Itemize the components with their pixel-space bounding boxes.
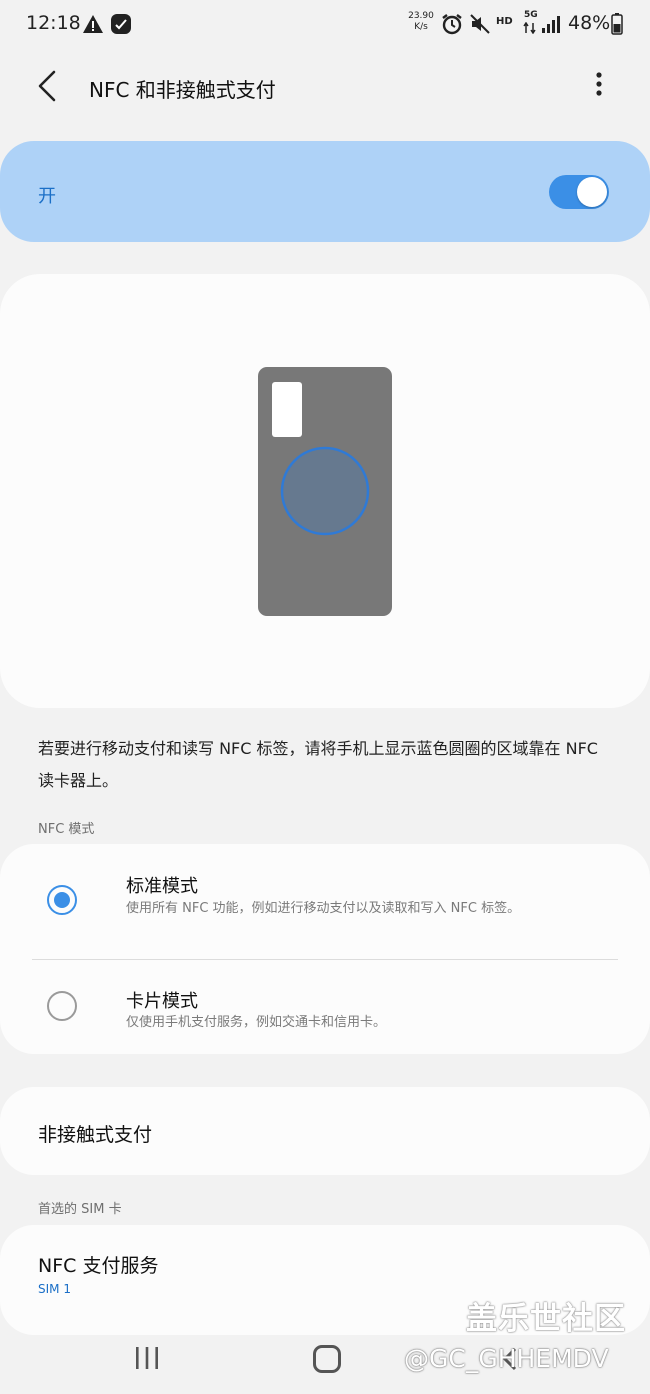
phone-back-illustration xyxy=(258,367,392,616)
alarm-icon xyxy=(442,14,462,35)
battery-percent: 48% xyxy=(568,12,611,34)
recent-apps-button[interactable] xyxy=(132,1343,162,1373)
option-subtitle: 使用所有 NFC 功能，例如进行移动支付以及读取和写入 NFC 标签。 xyxy=(126,901,521,916)
toggle-knob xyxy=(577,177,607,207)
battery-icon xyxy=(611,13,623,35)
net-speed: 23.90 K/s xyxy=(408,11,434,32)
option-title: 卡片模式 xyxy=(126,991,198,1012)
status-bar: 12:18 23.90 K/s HD 5G 48% xyxy=(0,0,650,50)
nfc-payment-service-value: SIM 1 xyxy=(38,1282,71,1296)
master-switch-label: 开 xyxy=(38,186,56,207)
more-options-button[interactable] xyxy=(584,66,614,106)
option-title: 标准模式 xyxy=(126,876,198,897)
network-type: 5G xyxy=(524,10,538,20)
contactless-payment-label: 非接触式支付 xyxy=(38,1124,153,1146)
page-title: NFC 和非接触式支付 xyxy=(89,78,276,102)
nfc-toggle[interactable] xyxy=(549,175,609,209)
warning-icon xyxy=(83,15,103,33)
signal-icon xyxy=(542,16,560,33)
radio-standard-mode[interactable] xyxy=(47,885,77,915)
back-button[interactable] xyxy=(30,66,70,106)
home-button[interactable] xyxy=(313,1345,341,1373)
option-subtitle: 仅使用手机支付服务，例如交通卡和信用卡。 xyxy=(126,1015,387,1030)
nfc-illustration-card xyxy=(0,274,650,708)
nfc-mode-header: NFC 模式 xyxy=(38,822,95,837)
nfc-area-circle xyxy=(280,446,370,536)
more-vertical-icon xyxy=(596,72,602,96)
sim-header: 首选的 SIM 卡 xyxy=(38,1202,122,1217)
camera-module xyxy=(272,382,302,437)
divider xyxy=(32,959,618,960)
radio-card-mode[interactable] xyxy=(47,991,77,1021)
hd-indicator: HD xyxy=(496,16,513,27)
watermark-title: 盖乐世社区 xyxy=(466,1301,626,1337)
watermark-handle: @GC_GHHEMDV xyxy=(404,1344,609,1373)
data-arrows-icon xyxy=(523,22,536,34)
mute-icon xyxy=(470,14,490,34)
nfc-description: 若要进行移动支付和读写 NFC 标签，请将手机上显示蓝色圆圈的区域靠在 NFC … xyxy=(38,739,598,790)
back-arrow-icon xyxy=(38,70,56,102)
recent-apps-icon xyxy=(136,1347,158,1369)
app-notification-icon xyxy=(111,14,131,34)
clock: 12:18 xyxy=(26,12,81,34)
nfc-payment-service-label: NFC 支付服务 xyxy=(38,1255,159,1277)
mode-option-card[interactable] xyxy=(0,962,650,1052)
